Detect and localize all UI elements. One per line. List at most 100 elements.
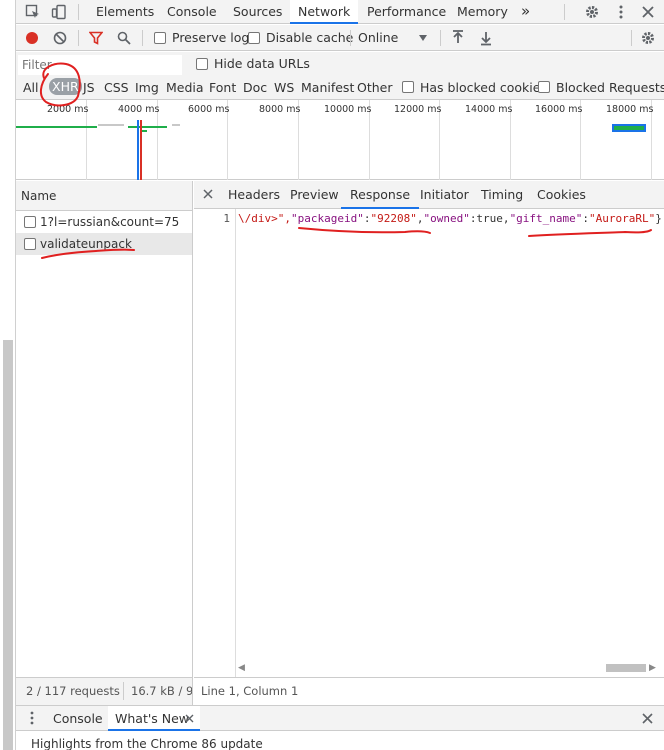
timeline-request-bar <box>172 124 180 126</box>
timeline-request-bar <box>128 126 167 128</box>
tab-headers[interactable]: Headers <box>228 181 280 209</box>
preserve-log-checkbox[interactable] <box>154 32 166 44</box>
close-tab-icon[interactable] <box>185 714 194 723</box>
search-icon[interactable] <box>117 31 131 45</box>
close-devtools-icon[interactable] <box>640 4 656 20</box>
whats-new-panel: Highlights from the Chrome 86 update <box>16 731 664 750</box>
filter-type-js[interactable]: JS <box>83 80 95 95</box>
disable-cache-checkbox[interactable] <box>248 32 260 44</box>
tab-performance[interactable]: Performance <box>367 0 446 24</box>
response-value-gift-name: "AuroraRL" <box>589 212 656 225</box>
detail-tabbar: Headers Preview Response Initiator Timin… <box>194 181 664 209</box>
timeline-request-bar <box>16 126 97 128</box>
kebab-menu-icon[interactable] <box>613 4 629 20</box>
filter-type-ws[interactable]: WS <box>274 80 294 95</box>
name-column-header[interactable]: Name <box>21 189 56 203</box>
horizontal-scrollbar[interactable]: ◀ ▶ <box>238 661 658 675</box>
divider <box>350 30 351 46</box>
preserve-log-label: Preserve log <box>172 30 250 45</box>
filter-icon[interactable] <box>89 31 103 45</box>
tab-response[interactable]: Response <box>341 181 420 209</box>
drawer-tab-label: What's New <box>115 711 190 726</box>
filter-type-font[interactable]: Font <box>209 80 236 95</box>
divider <box>564 4 565 20</box>
tab-sources[interactable]: Sources <box>233 0 282 24</box>
blocked-requests-checkbox[interactable] <box>538 81 550 93</box>
network-settings-gear-icon[interactable] <box>640 30 656 46</box>
filter-type-img[interactable]: Img <box>135 80 159 95</box>
scroll-left-arrow-icon[interactable]: ◀ <box>238 663 245 673</box>
timeline-tick-label: 12000 ms <box>394 104 442 115</box>
scrollbar-thumb[interactable] <box>606 664 646 672</box>
has-blocked-cookies-label: Has blocked cookies <box>420 80 547 95</box>
clear-icon[interactable] <box>53 31 67 45</box>
filter-type-all[interactable]: All <box>23 80 39 95</box>
tab-cookies[interactable]: Cookies <box>537 181 586 209</box>
throttling-select[interactable]: Online <box>358 30 398 45</box>
timeline-overview[interactable]: 2000 ms 4000 ms 6000 ms 8000 ms 10000 ms… <box>16 100 664 180</box>
filter-type-other[interactable]: Other <box>357 80 393 95</box>
scroll-right-arrow-icon[interactable]: ▶ <box>649 663 656 673</box>
tab-console[interactable]: Console <box>167 0 217 24</box>
settings-gear-icon[interactable] <box>584 4 600 20</box>
tab-memory[interactable]: Memory <box>457 0 508 24</box>
page-left-gutter <box>0 0 16 750</box>
export-har-icon[interactable] <box>479 30 493 46</box>
filter-type-doc[interactable]: Doc <box>243 80 267 95</box>
tab-preview[interactable]: Preview <box>290 181 339 209</box>
page-scrollbar[interactable] <box>3 340 13 750</box>
response-status-bar: Line 1, Column 1 <box>194 677 664 705</box>
close-drawer-icon[interactable] <box>642 713 653 724</box>
divider <box>123 682 124 700</box>
request-list-header: Name <box>16 181 193 211</box>
response-token: :true, <box>469 212 510 225</box>
record-icon[interactable] <box>25 31 39 45</box>
filter-type-xhr[interactable]: XHR <box>49 78 82 95</box>
tab-elements[interactable]: Elements <box>96 0 154 24</box>
tab-timing[interactable]: Timing <box>481 181 523 209</box>
response-line: \/div>","packageid":"92208","owned":true… <box>238 212 662 225</box>
import-har-icon[interactable] <box>451 30 465 46</box>
request-row[interactable]: 1?l=russian&count=75 <box>16 211 192 233</box>
device-toolbar-icon[interactable] <box>51 4 67 20</box>
request-type-icon <box>24 238 36 250</box>
timeline-tick-label: 8000 ms <box>259 104 301 115</box>
drawer-tabbar: Console What's New <box>16 705 664 731</box>
filter-type-manifest[interactable]: Manifest <box>301 80 354 95</box>
response-key-packageid: "packageid" <box>290 212 364 225</box>
has-blocked-cookies-checkbox[interactable] <box>402 81 414 93</box>
timeline-tick-label: 18000 ms <box>606 104 654 115</box>
request-row-selected[interactable]: validateunpack <box>16 233 192 255</box>
response-viewer[interactable]: 1 \/div>","packageid":"92208","owned":tr… <box>194 209 664 677</box>
timeline-tick-label: 6000 ms <box>188 104 230 115</box>
tab-initiator[interactable]: Initiator <box>420 181 469 209</box>
dom-content-loaded-marker <box>137 120 139 180</box>
whats-new-heading: Highlights from the Chrome 86 update <box>31 737 263 750</box>
close-detail-icon[interactable] <box>203 189 213 199</box>
filter-input[interactable] <box>18 55 182 75</box>
request-list: 1?l=russian&count=75 validateunpack <box>16 211 193 677</box>
divider <box>440 30 441 46</box>
hide-data-urls-checkbox[interactable] <box>196 58 208 70</box>
timeline-tick-label: 2000 ms <box>47 104 89 115</box>
response-value-packageid: "92208" <box>370 212 417 225</box>
drawer-menu-icon[interactable] <box>28 711 36 725</box>
cursor-position: Line 1, Column 1 <box>201 684 299 698</box>
drawer-tab-whats-new[interactable]: What's New <box>108 706 200 731</box>
response-key-gift-name: "gift_name" <box>509 212 583 225</box>
divider <box>142 30 143 46</box>
drawer-tab-console[interactable]: Console <box>53 711 103 726</box>
response-key-owned: "owned" <box>423 212 470 225</box>
transferred-size: 16.7 kB / 9 <box>131 684 192 698</box>
inspect-element-icon[interactable] <box>25 4 41 20</box>
divider <box>631 30 632 46</box>
more-tabs-button[interactable]: » <box>521 0 530 24</box>
timeline-tick-label: 14000 ms <box>465 104 513 115</box>
load-event-marker <box>140 120 142 180</box>
tab-network[interactable]: Network <box>290 0 359 24</box>
disable-cache-label: Disable cache <box>266 30 354 45</box>
timeline-request-bar <box>142 130 147 132</box>
chevron-down-icon[interactable] <box>418 34 428 42</box>
filter-type-media[interactable]: Media <box>166 80 204 95</box>
filter-type-css[interactable]: CSS <box>104 80 129 95</box>
